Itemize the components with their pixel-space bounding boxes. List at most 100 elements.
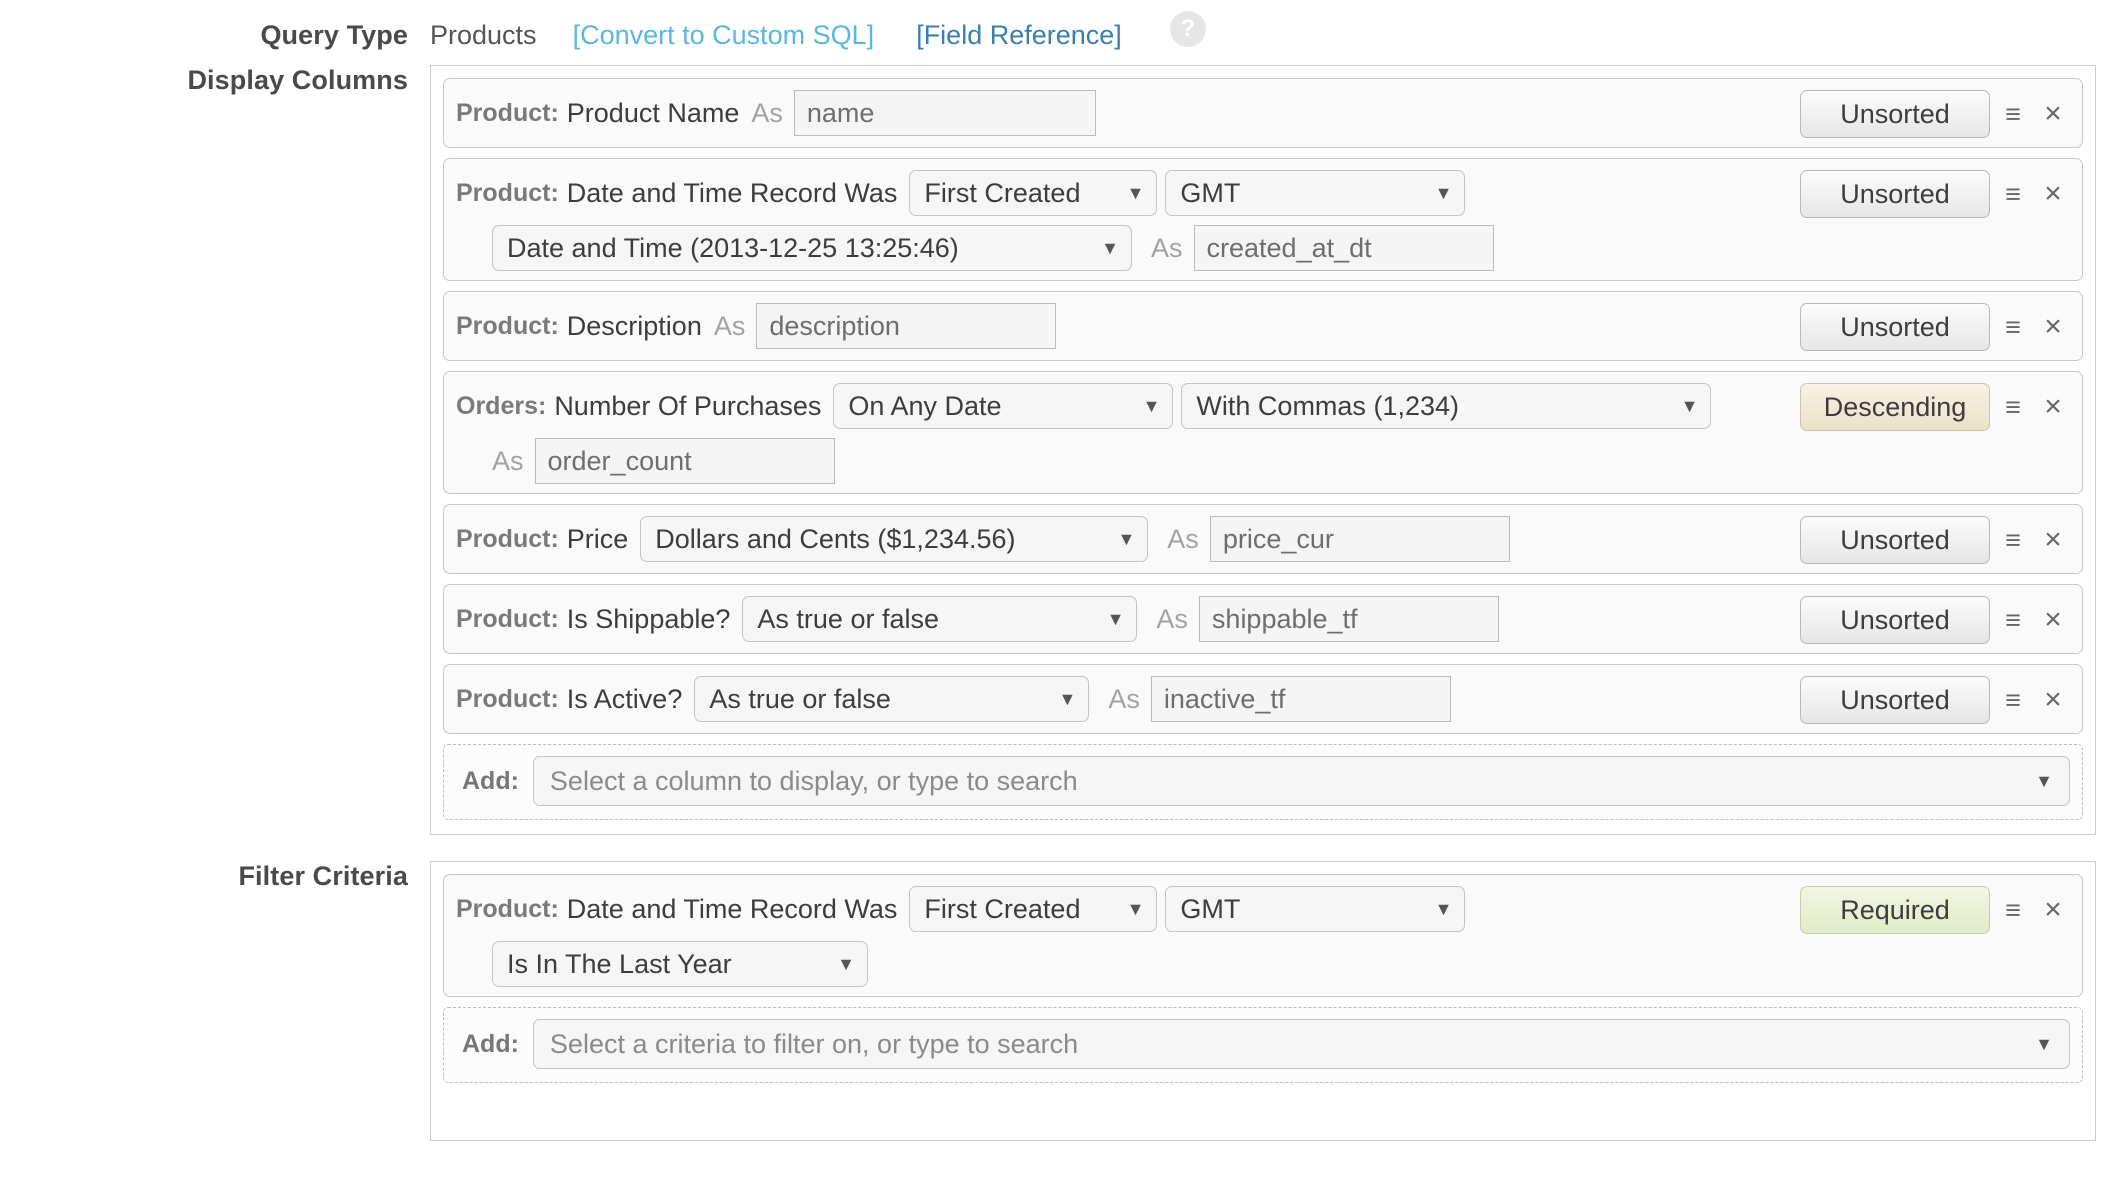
field-prefix: Product: — [456, 685, 559, 714]
field-prefix: Product: — [456, 605, 559, 634]
display-column-line: As — [456, 438, 1786, 484]
chevron-down-icon: ▼ — [2035, 1034, 2053, 1055]
add-label: Add: — [462, 767, 519, 796]
condition-select[interactable]: Is In The Last Year ▼ — [492, 941, 868, 987]
event-select[interactable]: First Created ▼ — [909, 886, 1157, 932]
field-prefix: Product: — [456, 99, 559, 128]
display-column-line: Orders: Number Of Purchases On Any Date … — [456, 383, 1786, 429]
format-select[interactable]: Date and Time (2013-12-25 13:25:46) ▼ — [492, 225, 1132, 271]
close-icon[interactable]: × — [2036, 683, 2070, 717]
filter-criteria-line: Product: Date and Time Record Was First … — [456, 886, 1786, 932]
help-icon[interactable]: ? — [1170, 11, 1206, 47]
format-select[interactable]: As true or false ▼ — [742, 596, 1137, 642]
event-select-value: First Created — [924, 894, 1102, 925]
timezone-select[interactable]: GMT ▼ — [1165, 886, 1465, 932]
display-column-body: Product: Product Name As — [456, 88, 1786, 136]
sort-state-button[interactable]: Descending — [1800, 383, 1990, 431]
hamburger-icon[interactable]: ≡ — [1996, 685, 2030, 716]
sort-state-button[interactable]: Unsorted — [1800, 676, 1990, 724]
filter-criteria-label: Filter Criteria — [0, 861, 430, 892]
field-name: Is Active? — [567, 684, 683, 715]
field-prefix: Product: — [456, 312, 559, 341]
field-name: Number Of Purchases — [554, 391, 821, 422]
close-icon[interactable]: × — [2036, 390, 2070, 424]
hamburger-icon[interactable]: ≡ — [1996, 392, 2030, 423]
field-reference-link[interactable]: [Field Reference] — [916, 20, 1122, 51]
required-state-button[interactable]: Required — [1800, 886, 1990, 934]
display-column-line: Product: Date and Time Record Was First … — [456, 170, 1786, 216]
field-prefix: Product: — [456, 525, 559, 554]
display-column-line: Date and Time (2013-12-25 13:25:46) ▼ As — [456, 225, 1786, 271]
convert-to-custom-sql-link[interactable]: [Convert to Custom SQL] — [573, 20, 875, 51]
close-icon[interactable]: × — [2036, 310, 2070, 344]
query-builder-page: Query Type Products [Convert to Custom S… — [0, 0, 2118, 1192]
display-columns-label: Display Columns — [0, 65, 430, 96]
format-select-value: As true or false — [709, 684, 913, 715]
timezone-select[interactable]: GMT ▼ — [1165, 170, 1465, 216]
sort-state-button[interactable]: Unsorted — [1800, 303, 1990, 351]
alias-input[interactable] — [1199, 596, 1499, 642]
sort-state-button[interactable]: Unsorted — [1800, 596, 1990, 644]
query-type-label: Query Type — [0, 20, 430, 51]
as-label: As — [714, 311, 746, 342]
display-column-actions: Descending ≡ × — [1800, 381, 2070, 431]
alias-input[interactable] — [756, 303, 1056, 349]
alias-input[interactable] — [794, 90, 1096, 136]
hamburger-icon[interactable]: ≡ — [1996, 99, 2030, 130]
field-name: Description — [567, 311, 702, 342]
sort-state-button[interactable]: Unsorted — [1800, 516, 1990, 564]
add-display-column-select[interactable]: Select a column to display, or type to s… — [533, 756, 2070, 806]
add-label: Add: — [462, 1030, 519, 1059]
timezone-select-value: GMT — [1180, 894, 1262, 925]
format-select[interactable]: As true or false ▼ — [694, 676, 1089, 722]
format-select[interactable]: Dollars and Cents ($1,234.56) ▼ — [640, 516, 1148, 562]
display-column-actions: Unsorted ≡ × — [1800, 594, 2070, 644]
hamburger-icon[interactable]: ≡ — [1996, 605, 2030, 636]
display-column-actions: Unsorted ≡ × — [1800, 88, 2070, 138]
field-name: Price — [567, 524, 629, 555]
alias-input[interactable] — [1194, 225, 1494, 271]
field-prefix: Product: — [456, 179, 559, 208]
sort-state-button[interactable]: Unsorted — [1800, 170, 1990, 218]
close-icon[interactable]: × — [2036, 893, 2070, 927]
query-type-value: Products — [430, 20, 537, 51]
hamburger-icon[interactable]: ≡ — [1996, 895, 2030, 926]
event-select[interactable]: First Created ▼ — [909, 170, 1157, 216]
display-column-line: Product: Is Active? As true or false ▼ A… — [456, 676, 1786, 722]
as-label: As — [492, 446, 524, 477]
as-label: As — [1108, 684, 1140, 715]
filter-criteria-line: Is In The Last Year ▼ — [456, 941, 1786, 987]
panel-bottom-divider — [431, 1140, 2095, 1141]
field-name: Date and Time Record Was — [567, 894, 898, 925]
close-icon[interactable]: × — [2036, 523, 2070, 557]
display-column-actions: Unsorted ≡ × — [1800, 514, 2070, 564]
query-type-controls: Products [Convert to Custom SQL] [Field … — [430, 20, 1206, 51]
display-column-line: Product: Price Dollars and Cents ($1,234… — [456, 516, 1786, 562]
timezone-select-value: GMT — [1180, 178, 1262, 209]
add-filter-criteria-select[interactable]: Select a criteria to filter on, or type … — [533, 1019, 2070, 1069]
filter-criteria-body: Product: Date and Time Record Was First … — [456, 884, 1786, 987]
close-icon[interactable]: × — [2036, 177, 2070, 211]
field-name: Product Name — [567, 98, 740, 129]
hamburger-icon[interactable]: ≡ — [1996, 525, 2030, 556]
date-scope-select[interactable]: On Any Date ▼ — [833, 383, 1173, 429]
display-columns-row: Display Columns Product: Product Name As… — [0, 65, 2118, 835]
display-column-line: Product: Product Name As — [456, 90, 1786, 136]
chevron-down-icon: ▼ — [1127, 900, 1145, 918]
sort-state-button[interactable]: Unsorted — [1800, 90, 1990, 138]
format-select-value: With Commas (1,234) — [1196, 391, 1481, 422]
display-column-item: Product: Product Name As Unsorted ≡ × — [443, 78, 2083, 148]
alias-input[interactable] — [1210, 516, 1510, 562]
format-select[interactable]: With Commas (1,234) ▼ — [1181, 383, 1711, 429]
chevron-down-icon: ▼ — [1127, 184, 1145, 202]
hamburger-icon[interactable]: ≡ — [1996, 312, 2030, 343]
format-select-value: Date and Time (2013-12-25 13:25:46) — [507, 233, 981, 264]
hamburger-icon[interactable]: ≡ — [1996, 179, 2030, 210]
display-column-item: Orders: Number Of Purchases On Any Date … — [443, 371, 2083, 494]
add-display-column-placeholder: Select a column to display, or type to s… — [550, 766, 1078, 797]
alias-input[interactable] — [1151, 676, 1451, 722]
alias-input[interactable] — [535, 438, 835, 484]
close-icon[interactable]: × — [2036, 97, 2070, 131]
close-icon[interactable]: × — [2036, 603, 2070, 637]
filter-criteria-item: Product: Date and Time Record Was First … — [443, 874, 2083, 997]
